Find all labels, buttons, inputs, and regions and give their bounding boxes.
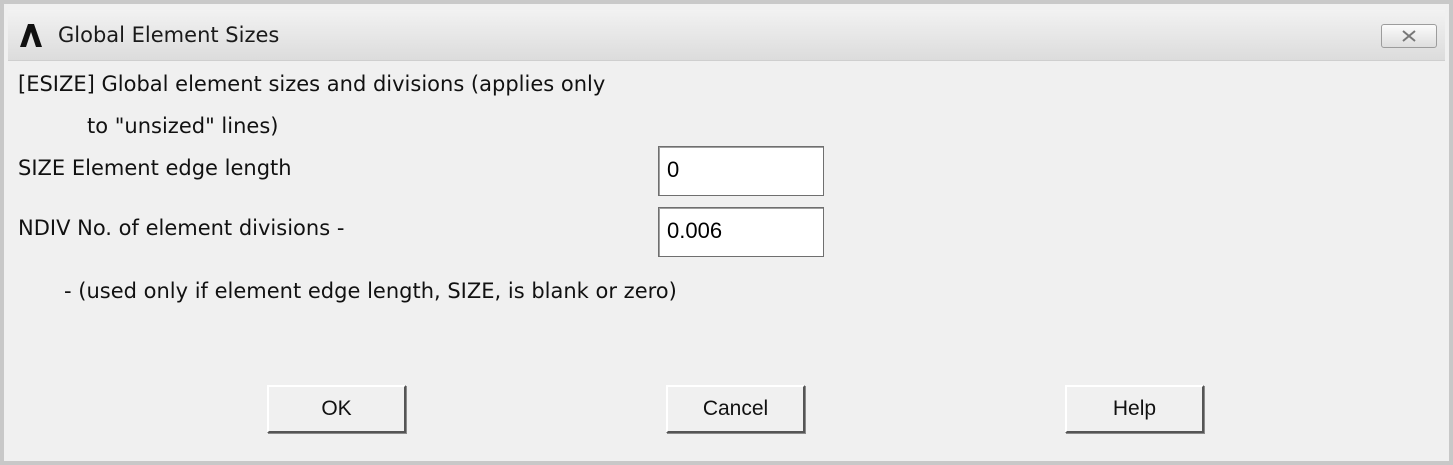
ndiv-note: - (used only if element edge length, SIZ… (64, 279, 677, 303)
size-input[interactable]: 0 (658, 146, 824, 196)
cancel-button[interactable]: Cancel (666, 385, 805, 433)
help-button[interactable]: Help (1065, 385, 1204, 433)
ndiv-input[interactable]: 0.006 (658, 207, 824, 257)
esize-description-continued: to "unsized" lines) (87, 114, 279, 138)
ansys-logo-icon (18, 22, 44, 48)
ok-button[interactable]: OK (267, 385, 406, 433)
dialog-window: Global Element Sizes [ESIZE] Global elem… (0, 0, 1453, 465)
close-button[interactable] (1381, 24, 1437, 48)
ndiv-label: NDIV No. of element divisions - (18, 216, 345, 240)
size-label: SIZE Element edge length (18, 156, 292, 180)
esize-description: [ESIZE] Global element sizes and divisio… (18, 72, 606, 96)
close-icon (1402, 30, 1416, 42)
window-title: Global Element Sizes (58, 23, 280, 47)
title-bar[interactable]: Global Element Sizes (8, 10, 1445, 61)
